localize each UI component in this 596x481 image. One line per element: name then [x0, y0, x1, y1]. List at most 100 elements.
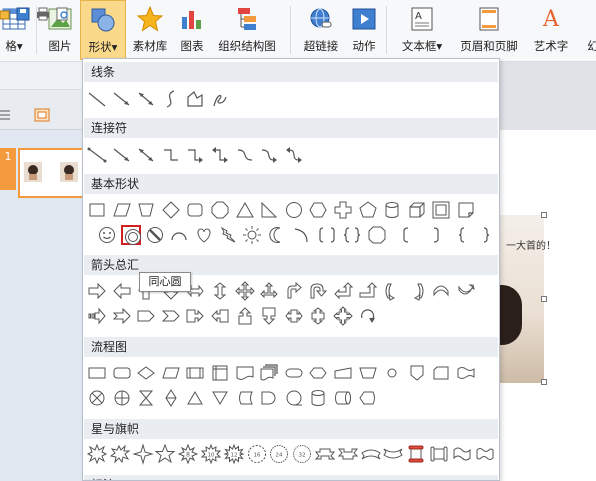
shape-option[interactable]: 10 [200, 443, 222, 465]
shape-option[interactable] [267, 225, 287, 245]
shape-option[interactable] [112, 388, 132, 408]
textbox-button[interactable]: A 文本框▾ [394, 0, 450, 60]
shape-option[interactable] [456, 200, 476, 220]
shape-option[interactable]: 24 [269, 444, 289, 464]
shape-option[interactable] [477, 225, 497, 245]
shape-option[interactable] [406, 444, 426, 464]
shape-option[interactable] [291, 225, 311, 245]
shape-option[interactable] [429, 444, 449, 464]
shape-option[interactable] [87, 281, 107, 301]
shape-option[interactable] [383, 444, 404, 464]
shape-option[interactable] [87, 388, 107, 408]
shape-option[interactable] [407, 281, 427, 301]
shape-option[interactable] [112, 281, 132, 301]
shape-option[interactable] [136, 363, 156, 383]
shape-option[interactable] [136, 306, 156, 326]
shape-option[interactable] [314, 444, 336, 464]
shape-option[interactable] [161, 89, 181, 109]
shape-option[interactable] [235, 306, 255, 326]
shape-option[interactable] [112, 145, 132, 165]
shape-option[interactable] [395, 225, 415, 245]
shape-option[interactable] [358, 363, 378, 383]
shape-option[interactable] [333, 200, 353, 220]
shape-option[interactable] [235, 200, 255, 220]
print-icon[interactable] [36, 7, 50, 21]
shape-option[interactable] [337, 444, 359, 464]
shape-option[interactable] [161, 363, 181, 383]
shape-option[interactable] [358, 281, 378, 301]
shape-option[interactable] [259, 145, 279, 165]
shape-option[interactable] [112, 200, 132, 220]
shape-option[interactable] [333, 306, 353, 326]
outline-view-icon[interactable] [0, 108, 16, 122]
shape-option[interactable] [161, 145, 181, 165]
word-art-button[interactable]: A 艺术字 [528, 0, 574, 60]
shape-option[interactable] [185, 388, 205, 408]
shape-button[interactable]: 形状▾ [80, 0, 126, 60]
shape-option[interactable] [259, 363, 279, 383]
shape-option[interactable] [161, 200, 181, 220]
shape-option[interactable] [242, 225, 262, 245]
shape-option[interactable] [194, 225, 214, 245]
resize-handle[interactable] [541, 379, 547, 385]
shape-option[interactable] [456, 281, 476, 301]
shape-option[interactable] [185, 306, 205, 326]
save-icon[interactable] [16, 7, 30, 21]
shape-option[interactable]: 12 [223, 443, 245, 465]
shape-option[interactable] [136, 89, 156, 109]
shape-option[interactable] [131, 443, 154, 465]
shape-option[interactable] [308, 306, 328, 326]
shape-option[interactable] [87, 145, 107, 165]
shape-option[interactable] [218, 225, 238, 245]
shape-option[interactable] [185, 89, 205, 109]
shape-option[interactable] [161, 388, 181, 408]
shape-option[interactable] [308, 363, 328, 383]
shape-option[interactable] [87, 363, 107, 383]
shape-option[interactable] [185, 145, 205, 165]
slides-view-icon[interactable] [34, 108, 50, 122]
shape-option[interactable] [235, 363, 255, 383]
shape-option[interactable] [210, 145, 230, 165]
shape-option[interactable] [259, 388, 279, 408]
shape-option[interactable] [109, 444, 131, 464]
shape-option-donut-selected[interactable] [121, 225, 141, 245]
shape-option[interactable] [97, 225, 117, 245]
shape-option[interactable] [367, 225, 387, 245]
shape-option[interactable] [452, 444, 472, 464]
header-footer-button[interactable]: 页眉和页脚 [454, 0, 524, 60]
shape-option[interactable] [431, 200, 451, 220]
shape-option[interactable] [317, 225, 337, 245]
shape-option[interactable] [431, 281, 451, 301]
shape-option[interactable] [87, 306, 107, 326]
shape-option[interactable] [210, 281, 230, 301]
shape-option[interactable] [358, 388, 378, 408]
shape-option[interactable] [284, 306, 304, 326]
org-chart-button[interactable]: 组织结构图 [212, 0, 282, 60]
slideshow-button[interactable]: 幻 [578, 0, 596, 60]
shape-option[interactable] [333, 281, 354, 301]
shape-option[interactable] [284, 281, 304, 301]
shape-option[interactable] [112, 89, 132, 109]
shape-option[interactable] [169, 225, 189, 245]
shape-option[interactable]: 32 [292, 444, 312, 464]
shape-option[interactable] [333, 388, 353, 408]
shape-option[interactable] [451, 225, 471, 245]
shape-option[interactable] [145, 225, 165, 245]
shape-option[interactable] [333, 363, 353, 383]
shape-option[interactable] [259, 200, 279, 220]
resize-handle[interactable] [541, 212, 547, 218]
shape-option[interactable] [342, 225, 362, 245]
shape-option[interactable] [161, 306, 181, 326]
shape-option[interactable] [308, 281, 328, 301]
shape-option[interactable] [136, 145, 156, 165]
shape-option[interactable] [210, 200, 230, 220]
chart-button[interactable]: 图表 [174, 0, 210, 60]
shape-option[interactable] [308, 200, 328, 220]
shape-option[interactable] [210, 89, 230, 109]
shape-option[interactable]: 8 [177, 443, 199, 465]
shape-option[interactable] [407, 363, 427, 383]
shape-option[interactable] [259, 306, 279, 326]
shape-option[interactable] [259, 281, 279, 301]
shape-option[interactable] [136, 388, 156, 408]
shape-option[interactable]: 16 [247, 444, 267, 464]
